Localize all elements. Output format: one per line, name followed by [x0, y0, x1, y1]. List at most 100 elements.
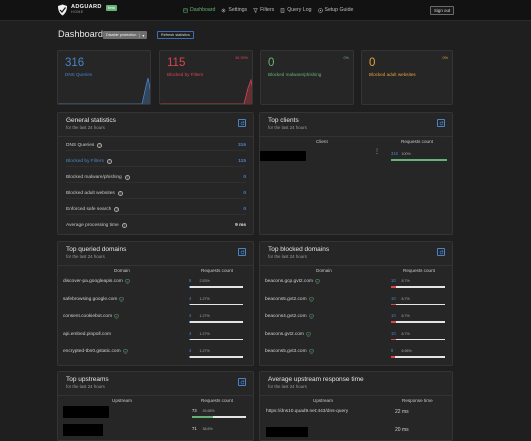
top-upstreams-card: Top upstreams for the last 24 hours Upst…: [57, 371, 254, 441]
card-subtitle: for the last 24 hours: [268, 125, 307, 130]
domain-name[interactable]: safebrowsing.google.com: [63, 296, 125, 302]
divider: [58, 265, 253, 266]
shield-check-icon[interactable]: [114, 314, 119, 319]
card-subtitle: for the last 24 hours: [66, 384, 105, 389]
request-percent: 1.27%: [199, 314, 210, 318]
column-header-response-time[interactable]: Response time: [402, 398, 433, 403]
response-time: 22 ms: [395, 409, 409, 415]
progress-track: [391, 321, 445, 323]
upstream-name-redacted: [266, 427, 308, 437]
nav-settings[interactable]: Settings: [221, 7, 247, 13]
domain-label: beacons.gcp.gvt2.com: [265, 279, 313, 284]
stat-card-malware: 0 Blocked malware/phishing 0%: [260, 50, 354, 105]
progress-track: [391, 159, 447, 161]
sparkline: [160, 78, 252, 104]
progress-track: [189, 303, 243, 306]
stat-value: 0: [268, 57, 275, 69]
domain-name[interactable]: beacons4.gvt2.com: [265, 314, 314, 319]
refresh-button[interactable]: [238, 378, 246, 386]
upstream-requests-bar: 71 38.6%: [192, 426, 246, 432]
client-count: 316: [391, 151, 398, 156]
row-value: 115: [238, 158, 246, 164]
sparkline: [58, 77, 150, 104]
domain-name[interactable]: encrypted-tbn0.gstatic.com: [63, 349, 128, 354]
nav-query-log[interactable]: Query Log: [280, 7, 312, 13]
domain-name[interactable]: beacons.gcp.gvt2.com: [265, 279, 320, 284]
stat-card-dns-queries: 316 DNS Queries: [57, 50, 151, 105]
column-header-requests[interactable]: Requests count: [403, 268, 435, 273]
general-row-malware: Blocked malware/phishing? 0: [66, 172, 246, 183]
help-icon[interactable]: ?: [117, 190, 123, 196]
help-icon[interactable]: ?: [97, 142, 103, 148]
column-header-requests[interactable]: Requests count: [201, 268, 233, 273]
general-row-safe-search: Enforced safe search? 0: [66, 204, 246, 215]
help-icon[interactable]: ?: [124, 174, 130, 180]
shield-check-icon[interactable]: [122, 349, 128, 354]
shield-check-icon[interactable]: [306, 331, 311, 337]
help-circle-icon: [317, 7, 323, 13]
domain-name[interactable]: api.embed.pinpoll.com: [63, 332, 111, 337]
help-icon[interactable]: ?: [106, 158, 112, 164]
requests-bar: 8 2.53%: [189, 278, 243, 288]
domain-name[interactable]: beacons5.gvt2.com: [265, 297, 314, 302]
logo-subtitle: HOME: [71, 10, 84, 14]
column-header-requests[interactable]: Requests count: [401, 139, 433, 144]
requests-bar: 4 1.27%: [189, 313, 243, 323]
help-icon[interactable]: ?: [121, 222, 127, 228]
shield-check-icon[interactable]: [308, 349, 314, 354]
requests-bar: 4 1.27%: [189, 348, 243, 358]
progress-track: [391, 356, 445, 358]
request-percent: 2.53%: [199, 279, 210, 283]
sign-out-button[interactable]: Sign out: [430, 6, 455, 15]
shield-check-icon[interactable]: [308, 296, 314, 302]
upstream-count: 73: [192, 408, 197, 413]
request-count: 10: [391, 330, 396, 336]
upstream-name-redacted: [63, 406, 109, 418]
column-header-domain[interactable]: Domain: [316, 268, 332, 273]
refresh-icon: [439, 249, 443, 254]
client-requests-bar: 316 100%: [391, 151, 447, 161]
kebab-menu-icon[interactable]: ⋮: [374, 149, 380, 155]
logo[interactable]: ADGUARD HOME beta: [57, 4, 117, 16]
refresh-button[interactable]: [437, 248, 445, 256]
nav-dashboard[interactable]: Dashboard: [183, 7, 215, 13]
row-value: 0: [243, 190, 246, 196]
refresh-icon: [240, 249, 244, 254]
shield-check-icon[interactable]: [119, 296, 125, 302]
requests-bar: 10 8.7%: [391, 331, 445, 341]
nav-filters[interactable]: Filters: [253, 7, 274, 13]
refresh-button[interactable]: [238, 119, 246, 127]
domain-row: encrypted-tbn0.gstatic.com 4 1.27%: [58, 344, 253, 361]
column-header-requests[interactable]: Requests count: [201, 398, 233, 403]
nav-settings-label: Settings: [228, 7, 248, 13]
column-header-upstream[interactable]: Upstream: [313, 398, 333, 403]
domain-label: beacons.gvt2.com: [265, 331, 304, 337]
nav-setup-guide[interactable]: Setup Guide: [317, 7, 353, 13]
requests-bar: 10 8.7%: [391, 296, 445, 306]
domain-name[interactable]: beacons.gvt2.com: [265, 332, 311, 337]
shield-check-icon[interactable]: [315, 279, 320, 284]
refresh-statistics-button[interactable]: Refresh statistics: [157, 31, 194, 39]
nav-filters-label: Filters: [260, 7, 275, 13]
refresh-button[interactable]: [238, 248, 246, 256]
row-label[interactable]: Blocked by Filters: [66, 159, 104, 164]
progress-fill: [391, 303, 396, 306]
stat-percent: 0%: [343, 56, 350, 60]
column-header-upstream[interactable]: Upstream: [112, 398, 132, 403]
shield-check-icon[interactable]: [308, 314, 314, 319]
card-title: Top upstreams: [66, 376, 109, 383]
domain-name[interactable]: discover-pa.googleapis.com: [63, 279, 130, 284]
row-label: Blocked malware/phishing: [66, 174, 122, 180]
domain-name[interactable]: consent.cookiebot.com: [63, 314, 119, 319]
request-count: 8: [189, 278, 192, 283]
stat-value: 316: [65, 57, 85, 69]
chevron-down-icon[interactable]: ▾: [139, 32, 144, 38]
refresh-button[interactable]: [437, 119, 445, 127]
domain-name[interactable]: beacons5.gvt3.com: [265, 349, 314, 354]
card-subtitle: for the last 24 hours: [268, 384, 307, 389]
column-header-domain[interactable]: Domain: [114, 268, 130, 273]
column-header-client[interactable]: Client: [316, 139, 328, 144]
disable-protection-button[interactable]: Disable protection ▾: [103, 31, 148, 39]
help-icon[interactable]: ?: [114, 206, 120, 212]
shield-check-icon[interactable]: [125, 279, 130, 284]
